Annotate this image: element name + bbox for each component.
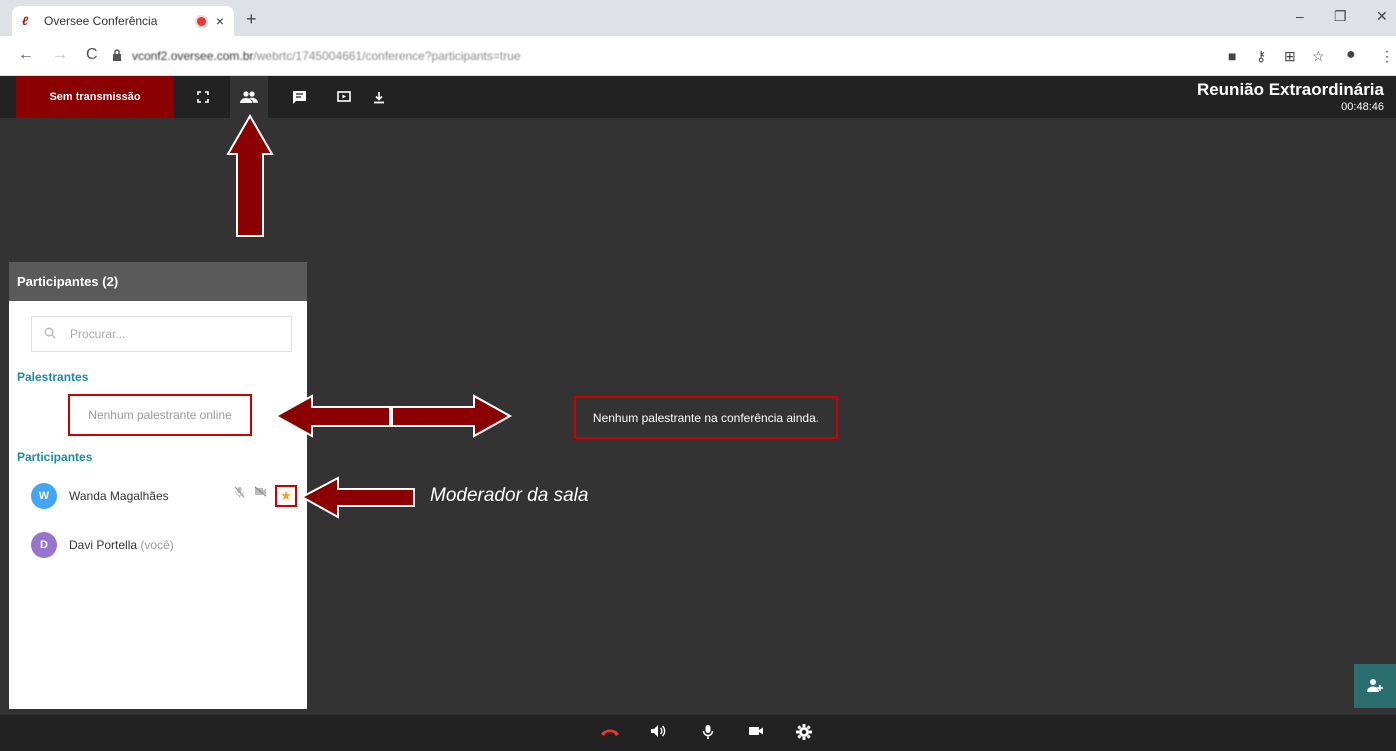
camera-icon[interactable] <box>748 724 764 741</box>
left-arrow <box>299 476 415 519</box>
conference-app: Sem transmissão Reunião Extraordinária 0… <box>0 76 1396 751</box>
new-tab-button[interactable]: + <box>246 9 257 30</box>
call-controls <box>0 715 1396 751</box>
no-speaker-conference-message: Nenhum palestrante na conferência ainda. <box>574 396 838 439</box>
profile-icon[interactable]: ● <box>1346 46 1356 64</box>
menu-icon[interactable]: ⋮ <box>1380 48 1394 65</box>
window-close-button[interactable]: ✕ <box>1376 8 1388 25</box>
maximize-button[interactable]: ❐ <box>1334 8 1347 25</box>
browser-tab-bar: ℓ Oversee Conferência × + – ❐ ✕ <box>0 0 1396 36</box>
speaker-icon[interactable] <box>650 724 666 742</box>
add-participant-button[interactable] <box>1354 664 1396 708</box>
double-arrow <box>273 394 513 438</box>
recording-icon <box>196 16 206 26</box>
camera-icon[interactable]: ■ <box>1228 48 1236 64</box>
url-field[interactable]: vconf2.oversee.com.br/webrtc/1745004661/… <box>112 42 1212 70</box>
microphone-icon[interactable] <box>702 724 714 744</box>
url-path: /webrtc/1745004661/conference?participan… <box>253 49 521 63</box>
browser-tab[interactable]: ℓ Oversee Conferência × <box>12 6 234 36</box>
oversee-logo-icon: ℓ <box>22 14 29 28</box>
lock-icon <box>112 48 124 64</box>
forward-button[interactable]: → <box>52 46 68 64</box>
translate-icon[interactable]: ⊞ <box>1284 48 1296 65</box>
tab-title: Oversee Conferência <box>44 14 158 28</box>
add-user-icon <box>1367 679 1383 692</box>
moderator-annotation: Moderador da sala <box>430 485 589 506</box>
settings-gear-icon[interactable] <box>796 724 812 744</box>
hangup-icon[interactable] <box>600 724 620 741</box>
reload-button[interactable]: C <box>86 46 98 64</box>
key-icon[interactable]: ⚷ <box>1256 48 1266 65</box>
minimize-button[interactable]: – <box>1296 8 1304 24</box>
up-arrow <box>226 114 274 237</box>
back-button[interactable]: ← <box>18 46 34 64</box>
url-host: vconf2.oversee.com.br <box>132 49 254 63</box>
tab-close-icon[interactable]: × <box>216 13 224 29</box>
bookmark-star-icon[interactable]: ☆ <box>1312 48 1325 65</box>
address-bar-row: ← → C vconf2.oversee.com.br/webrtc/17450… <box>0 36 1396 76</box>
